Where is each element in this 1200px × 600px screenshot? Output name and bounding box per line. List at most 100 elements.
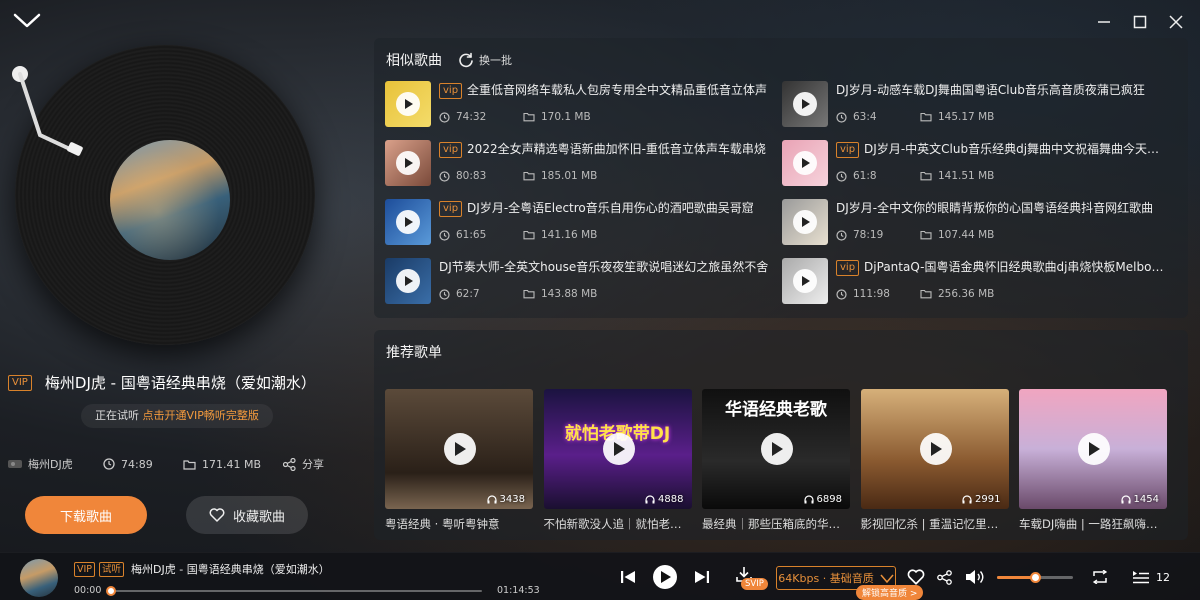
song-title-text: DJ岁月-动感车载DJ舞曲国粤语Club音乐高音质夜蒲已疯狂 — [836, 83, 1145, 97]
folder-icon — [920, 230, 932, 240]
similar-song-item[interactable]: vip 全重低音网络车载私人包房专用全中文精品重低音立体声 74:32 170.1… — [385, 81, 775, 129]
clock-icon — [836, 288, 847, 300]
play-icon[interactable] — [396, 151, 420, 175]
playlist-name[interactable]: 不怕新歌没人追｜就怕老歌带DJ — [544, 516, 692, 532]
playlist-cover[interactable]: 3438 — [385, 389, 533, 509]
unlock-quality-button[interactable]: 解锁高音质 > — [856, 585, 924, 600]
song-meta: 74:32 170.1 MB — [439, 111, 769, 123]
song-card-body: vip DJ岁月-中英文Club音乐经典dj舞曲中文祝福舞曲今天是你的生日 61:… — [836, 140, 1166, 188]
song-thumbnail[interactable] — [385, 258, 431, 304]
plays-item: 62:7 — [439, 288, 509, 300]
play-icon[interactable] — [396, 269, 420, 293]
similar-song-item[interactable]: DJ岁月-动感车载DJ舞曲国粤语Club音乐高音质夜蒲已疯狂 63:4 145.… — [782, 81, 1172, 129]
playlist-cover[interactable]: 华语经典老歌 6898 — [702, 389, 850, 509]
repeat-button[interactable] — [1090, 567, 1110, 587]
download-button[interactable]: 下载歌曲 — [25, 496, 147, 534]
similar-song-item[interactable]: DJ岁月-全中文你的眼睛背叛你的心国粤语经典抖音网红歌曲 78:19 107.4… — [782, 199, 1172, 247]
plays-value: 111:98 — [853, 288, 890, 300]
playlist-name[interactable]: 影视回忆杀 | 重温记忆里的经典 — [861, 516, 1009, 532]
size-item: 143.88 MB — [523, 288, 643, 300]
refresh-icon — [459, 52, 473, 68]
artist-avatar-icon — [8, 460, 22, 468]
maximize-button[interactable] — [1130, 12, 1150, 32]
progress-bar[interactable] — [106, 586, 482, 596]
song-title: vip 2022全女声精选粤语新曲加怀旧-重低音立体声车载串烧 — [439, 140, 769, 158]
playlist-name[interactable]: 粤语经典 · 粤听粤钟意 — [385, 516, 533, 532]
progress-knob[interactable] — [106, 586, 116, 596]
share-button[interactable]: 分享 — [283, 456, 324, 472]
song-card-body: DJ岁月-全中文你的眼睛背叛你的心国粤语经典抖音网红歌曲 78:19 107.4… — [836, 199, 1166, 247]
collect-button[interactable]: 收藏歌曲 — [186, 496, 308, 534]
size-value: 143.88 MB — [541, 288, 598, 300]
play-icon[interactable] — [396, 210, 420, 234]
similar-song-item[interactable]: DJ节奏大师-全英文house音乐夜夜笙歌说唱迷幻之旅虽然不舍 62:7 143… — [385, 258, 775, 306]
share-icon — [936, 569, 952, 585]
play-icon[interactable] — [602, 433, 635, 465]
clock-icon — [439, 170, 450, 182]
playlist-cover[interactable]: 2991 — [860, 389, 1009, 509]
playlist-card[interactable]: 3438 粤语经典 · 粤听粤钟意 — [385, 389, 533, 532]
song-card-body: vip 2022全女声精选粤语新曲加怀旧-重低音立体声车载串烧 80:83 185… — [439, 140, 769, 188]
song-title: vip DJ岁月-全粤语Electro音乐自用伤心的酒吧歌曲吴哥窟 — [439, 199, 769, 217]
playlist-card[interactable]: 1454 车载DJ嗨曲 | 一路狂飙嗨到底 — [1019, 389, 1167, 532]
play-icon[interactable] — [793, 92, 817, 116]
vip-tag: vip — [836, 259, 860, 276]
play-icon[interactable] — [793, 151, 817, 175]
similar-songs-panel: 相似歌曲 换一批 vip 全重低音网络车载私人包房专用全中文精品重低音立体声 74… — [374, 38, 1188, 318]
playlist-icon — [1133, 571, 1149, 584]
playlist-name[interactable]: 车载DJ嗨曲 | 一路狂飙嗨到底 — [1019, 516, 1167, 532]
mini-song-title: 梅州DJ虎 - 国粤语经典串烧（爱如潮水） — [131, 563, 330, 576]
play-icon[interactable] — [444, 433, 476, 465]
minimize-button[interactable] — [1094, 12, 1114, 32]
play-icon[interactable] — [761, 433, 793, 465]
song-thumbnail[interactable] — [782, 81, 828, 127]
plays-value: 74:89 — [121, 457, 153, 471]
playlist-card[interactable]: 就怕老歌带DJ 4888 不怕新歌没人追｜就怕老歌带DJ — [543, 389, 692, 532]
song-thumbnail[interactable] — [385, 81, 431, 127]
song-meta: 梅州DJ虎 74:89 171.41 MB 分享 — [8, 456, 348, 472]
playlist-card[interactable]: 华语经典老歌 6898 最经典｜那些压箱底的华语经典老歌 — [702, 389, 850, 532]
play-icon[interactable] — [919, 433, 952, 465]
song-title: DJ岁月-全中文你的眼睛背叛你的心国粤语经典抖音网红歌曲 — [836, 199, 1166, 217]
collapse-button[interactable] — [12, 10, 42, 36]
queue-button[interactable]: 12 — [1128, 567, 1174, 587]
similar-song-item[interactable]: vip DjPantaQ-国粤语金典怀旧经典歌曲dj串烧快板Melbourne 1… — [782, 258, 1172, 306]
playlist-name[interactable]: 最经典｜那些压箱底的华语经典老歌 — [702, 516, 850, 532]
song-title: 梅州DJ虎 - 国粤语经典串烧（爱如潮水） — [44, 374, 316, 392]
song-thumbnail[interactable] — [782, 258, 828, 304]
similar-song-item[interactable]: vip DJ岁月-中英文Club音乐经典dj舞曲中文祝福舞曲今天是你的生日 61:… — [782, 140, 1172, 188]
playlist-cover[interactable]: 1454 — [1019, 389, 1167, 509]
heart-icon — [209, 508, 225, 522]
size-value: 141.16 MB — [541, 229, 598, 241]
song-meta: 61:65 141.16 MB — [439, 229, 769, 241]
prev-button[interactable] — [618, 567, 638, 587]
song-thumbnail[interactable] — [782, 140, 828, 186]
open-vip-link[interactable]: 点击开通VIP畅听完整版 — [143, 409, 259, 422]
similar-song-item[interactable]: vip 2022全女声精选粤语新曲加怀旧-重低音立体声车载串烧 80:83 185… — [385, 140, 775, 188]
artist-item[interactable]: 梅州DJ虎 — [8, 456, 103, 472]
song-thumbnail[interactable] — [782, 199, 828, 245]
playlist-cover[interactable]: 就怕老歌带DJ 4888 — [543, 389, 692, 509]
play-icon[interactable] — [793, 269, 817, 293]
volume-slider[interactable] — [997, 572, 1073, 583]
svip-badge: SVIP — [741, 578, 768, 590]
song-thumbnail[interactable] — [385, 199, 431, 245]
play-icon[interactable] — [1078, 433, 1110, 465]
volume-knob[interactable] — [1030, 572, 1041, 583]
volume-button[interactable] — [964, 567, 986, 587]
share-mini-button[interactable] — [934, 567, 954, 587]
clock-icon — [103, 458, 115, 470]
play-icon[interactable] — [396, 92, 420, 116]
similar-song-item[interactable]: vip DJ岁月-全粤语Electro音乐自用伤心的酒吧歌曲吴哥窟 61:65 1… — [385, 199, 775, 247]
refresh-button[interactable]: 换一批 — [458, 52, 512, 68]
play-icon[interactable] — [793, 210, 817, 234]
song-thumbnail[interactable] — [385, 140, 431, 186]
vip-tag: VIP — [8, 374, 32, 391]
close-button[interactable] — [1166, 12, 1186, 32]
next-button[interactable] — [692, 567, 712, 587]
previous-icon — [621, 571, 635, 583]
playlist-card[interactable]: 2991 影视回忆杀 | 重温记忆里的经典 — [860, 389, 1009, 532]
play-button[interactable] — [653, 565, 677, 589]
like-button[interactable] — [906, 567, 926, 587]
mini-cover[interactable] — [20, 559, 58, 597]
